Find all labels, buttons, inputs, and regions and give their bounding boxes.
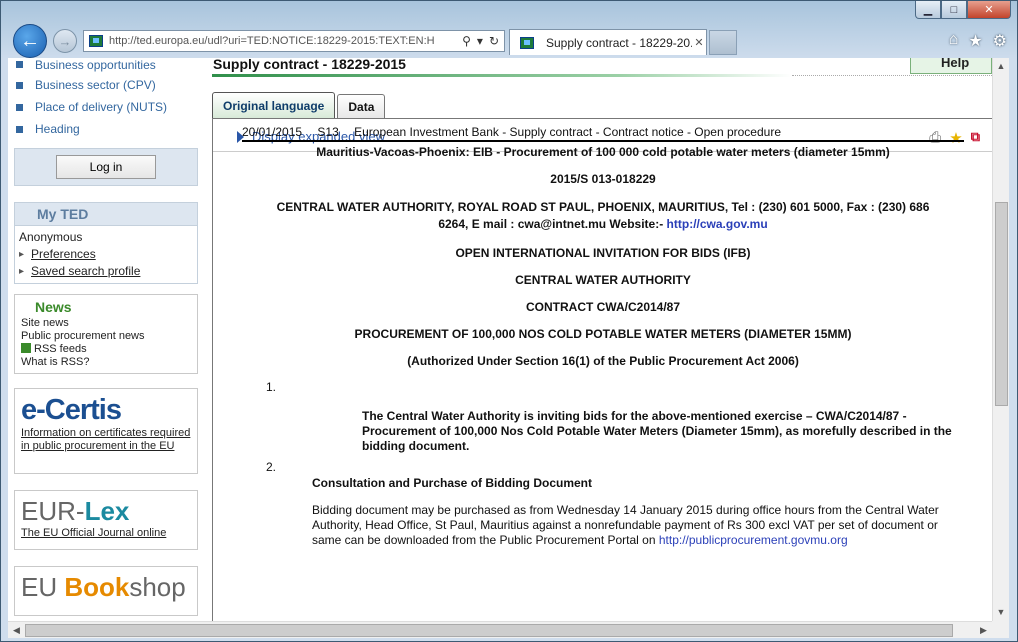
news-what-is-rss-link[interactable]: What is RSS?: [21, 356, 191, 369]
bullet-icon: [16, 81, 23, 89]
scroll-down-icon[interactable]: ▼: [993, 604, 1009, 621]
item-2-heading: Consultation and Purchase of Bidding Doc…: [312, 476, 593, 490]
ecertis-logo[interactable]: e-Certis: [21, 393, 191, 427]
eurlex-link[interactable]: The EU Official Journal online: [21, 527, 191, 540]
tab-favicon-icon: [520, 36, 534, 49]
refresh-icon[interactable]: ↻: [489, 34, 499, 48]
content-tabs: Original language Data: [212, 92, 387, 118]
menu-item-place-of-delivery[interactable]: Place of delivery (NUTS): [14, 96, 198, 118]
address-bar[interactable]: http://ted.europa.eu/udl?uri=TED:NOTICE:…: [83, 30, 505, 52]
item-1-number: 1.: [266, 380, 277, 394]
page-title: Supply contract - 18229-2015: [213, 58, 406, 72]
ecertis-link[interactable]: Information on certificates required in …: [21, 427, 191, 453]
notice-head-text: European Investment Bank - Supply contra…: [354, 125, 781, 139]
myted-user: Anonymous: [19, 230, 83, 244]
notice-reference: 2015/S 013-018229: [550, 172, 656, 186]
tab-title: Supply contract - 18229-20...: [546, 35, 692, 50]
authorized-heading: (Authorized Under Section 16(1) of the P…: [407, 354, 799, 368]
news-rss-link[interactable]: RSS feeds: [21, 343, 191, 356]
procurement-portal-link[interactable]: http://publicprocurement.govmu.org: [659, 533, 848, 547]
authority-line: CENTRAL WATER AUTHORITY, ROYAL ROAD ST P…: [242, 199, 964, 233]
item-2-number: 2.: [266, 460, 277, 474]
scroll-left-icon[interactable]: ◀: [8, 622, 25, 639]
myted-saved-search-link[interactable]: Saved search profile: [19, 263, 197, 280]
authority-website-link[interactable]: http://cwa.gov.mu: [667, 217, 768, 231]
ecertis-box: e-Certis Information on certificates req…: [14, 388, 198, 474]
authority-line-2: 6264, E mail : cwa@intnet.mu Website:-: [438, 217, 667, 231]
contract-heading: CONTRACT CWA/C2014/87: [525, 300, 681, 314]
dropdown-icon[interactable]: ▾: [477, 34, 483, 48]
news-title: News: [35, 299, 72, 315]
page-viewport: Business opportunities Business sector (…: [8, 58, 992, 621]
notice-title: Mauritius-Vacoas-Phoenix: EIB - Procurem…: [316, 145, 890, 159]
forward-arrow-icon[interactable]: →: [53, 29, 77, 53]
news-procurement-link[interactable]: Public procurement news: [21, 330, 191, 343]
myted-title: My TED: [14, 202, 198, 226]
authority-line-1: CENTRAL WATER AUTHORITY, ROYAL ROAD ST P…: [276, 200, 930, 214]
vertical-scroll-thumb[interactable]: [995, 202, 1008, 406]
address-url[interactable]: http://ted.europa.eu/udl?uri=TED:NOTICE:…: [109, 35, 457, 47]
menu-item-business-sector[interactable]: Business sector (CPV): [14, 74, 198, 96]
home-icon[interactable]: ⌂: [949, 31, 959, 51]
pdf-icon[interactable]: ⧉: [971, 129, 980, 147]
cwa-heading: CENTRAL WATER AUTHORITY: [515, 273, 691, 287]
close-tab-icon[interactable]: ✕: [692, 36, 706, 49]
tab-data[interactable]: Data: [337, 94, 386, 118]
bullet-icon: [16, 125, 23, 133]
login-box: Log in: [14, 148, 198, 186]
item-2-text: Bidding document may be purchased as fro…: [312, 503, 964, 548]
notice-date: 20/01/2015: [242, 125, 303, 139]
title-underline: [212, 74, 792, 77]
settings-gear-icon[interactable]: ⚙: [993, 31, 1007, 51]
browser-tab[interactable]: Supply contract - 18229-20... ✕: [509, 29, 707, 55]
site-favicon-icon: [89, 35, 103, 47]
horizontal-scrollbar[interactable]: ◀ ▶: [8, 621, 992, 638]
maximize-icon[interactable]: □: [941, 1, 967, 19]
notice-section: S13: [317, 125, 339, 139]
tab-original-language[interactable]: Original language: [212, 92, 336, 118]
menu-item-label: Business sector (CPV): [35, 78, 156, 92]
help-button[interactable]: Help: [910, 58, 992, 74]
bookshop-box: EU Bookshop: [14, 566, 198, 616]
notice-header: 20/01/2015 S13 European Investment Bank …: [242, 125, 964, 142]
bullet-icon: [16, 103, 23, 111]
menu-item-heading[interactable]: Heading: [14, 118, 198, 140]
procurement-heading: PROCUREMENT OF 100,000 NOS COLD POTABLE …: [354, 327, 852, 341]
menu-item-label: Heading: [35, 122, 80, 136]
favorites-star-icon[interactable]: ★: [968, 31, 982, 51]
back-arrow-icon[interactable]: ←: [13, 24, 47, 58]
news-site-link[interactable]: Site news: [21, 317, 191, 330]
menu-item-label: Business opportunities: [35, 58, 156, 72]
myted-panel: Anonymous Preferences Saved search profi…: [14, 226, 198, 284]
minimize-icon[interactable]: ▁: [915, 1, 941, 19]
rss-label: RSS feeds: [34, 343, 87, 355]
menu-item-business-opportunities[interactable]: Business opportunities: [14, 58, 198, 74]
eurlex-logo[interactable]: EUR-Lex: [21, 495, 191, 527]
eurlex-box: EUR-Lex The EU Official Journal online: [14, 490, 198, 550]
scrollbar-corner: [992, 621, 1009, 638]
myted-preferences-link[interactable]: Preferences: [19, 246, 197, 263]
ifb-heading: OPEN INTERNATIONAL INVITATION FOR BIDS (…: [455, 246, 751, 260]
notice-document: 20/01/2015 S13 European Investment Bank …: [242, 125, 964, 548]
scroll-right-icon[interactable]: ▶: [975, 622, 992, 639]
item-1-text: The Central Water Authority is inviting …: [362, 409, 952, 453]
title-dotted-rule: [792, 75, 992, 76]
window-controls: ▁ □ ✕: [915, 1, 1011, 19]
close-window-icon[interactable]: ✕: [967, 1, 1011, 19]
rss-icon: [21, 343, 31, 353]
vertical-scrollbar[interactable]: ▲ ▼: [992, 58, 1009, 621]
navigation-bar: ← → http://ted.europa.eu/udl?uri=TED:NOT…: [1, 21, 1018, 59]
new-tab-button[interactable]: [709, 30, 737, 55]
horizontal-scroll-thumb[interactable]: [25, 624, 953, 637]
search-icon[interactable]: ⚲: [462, 34, 471, 48]
bullet-icon: [16, 61, 23, 68]
scroll-up-icon[interactable]: ▲: [993, 58, 1009, 75]
news-box: News Site news Public procurement news R…: [14, 294, 198, 374]
login-button[interactable]: Log in: [56, 155, 156, 179]
left-sidebar: Business opportunities Business sector (…: [14, 58, 198, 616]
menu-item-label: Place of delivery (NUTS): [35, 100, 168, 114]
bookshop-logo[interactable]: EU Bookshop: [21, 571, 191, 603]
